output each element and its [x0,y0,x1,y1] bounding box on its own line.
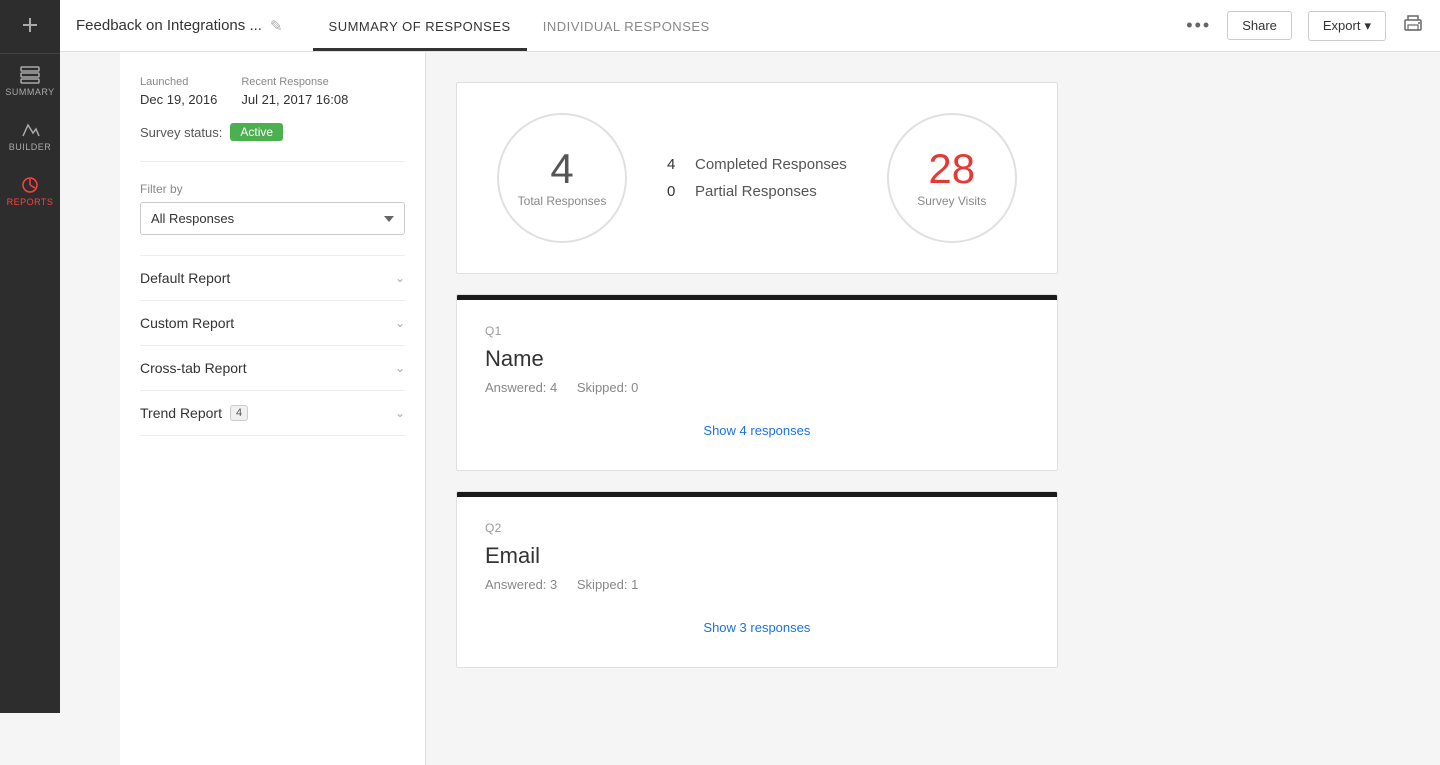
recent-label: Recent Response [241,76,328,88]
report-default-chevron: ⌄ [395,271,405,285]
tab-individual[interactable]: INDIVIDUAL RESPONSES [527,19,726,51]
question-meta-q1: Answered: 4 Skipped: 0 [485,380,1029,395]
sidebar-item-summary[interactable]: SUMMARY [0,54,60,109]
sidebar-item-label: BUILDER [9,142,52,152]
recent-value: Jul 21, 2017 16:08 [241,92,348,107]
report-item-custom[interactable]: Custom Report ⌄ [140,301,405,346]
question-card-body-q2: Q2 Email Answered: 3 Skipped: 1 Show 3 r… [457,497,1057,667]
export-button[interactable]: Export ▾ [1308,11,1386,41]
visits-number: 28 [928,148,975,190]
total-responses-circle: 4 Total Responses [497,113,627,243]
sidebar-add-button[interactable] [0,0,60,54]
question-card-q1: Q1 Name Answered: 4 Skipped: 0 Show 4 re… [456,294,1058,471]
partial-label: Partial Responses [695,183,817,200]
main-content: 4 Total Responses 4 Completed Responses … [426,52,1088,765]
question-title-q2: Email [485,543,1029,569]
edit-title-icon[interactable]: ✎ [270,17,283,35]
report-crosstab-label: Cross-tab Report [140,360,247,376]
question-label-q1: Q1 [485,324,1029,338]
print-button[interactable] [1402,13,1424,38]
total-responses-label: Total Responses [518,194,607,208]
sidebar: SUMMARY BUILDER REPORTS [0,0,60,713]
export-label: Export [1323,18,1361,33]
tab-summary[interactable]: SUMMARY OF RESPONSES [313,19,527,51]
status-row: Survey status: Active [140,123,405,162]
completed-label: Completed Responses [695,156,847,173]
answered-q1: Answered: 4 [485,380,557,395]
filter-select[interactable]: All Responses Completed Only Partial Onl… [140,202,405,235]
report-crosstab-chevron: ⌄ [395,361,405,375]
filter-label: Filter by [140,182,405,196]
topbar-tabs: SUMMARY OF RESPONSES INDIVIDUAL RESPONSE… [313,0,726,51]
question-card-body-q1: Q1 Name Answered: 4 Skipped: 0 Show 4 re… [457,300,1057,470]
sidebar-item-label: REPORTS [7,197,54,207]
status-label: Survey status: [140,125,222,140]
sidebar-item-builder[interactable]: BUILDER [0,109,60,164]
left-panel: Launched Dec 19, 2016 Recent Response Ju… [120,52,426,765]
show-responses-q2[interactable]: Show 3 responses [485,612,1029,643]
topbar-actions: ••• Share Export ▾ [1186,11,1424,41]
export-chevron-icon: ▾ [1364,18,1371,34]
report-trend-badge: 4 [230,405,248,421]
survey-visits-circle: 28 Survey Visits [887,113,1017,243]
report-trend-label: Trend Report [140,405,222,421]
visits-label: Survey Visits [917,194,986,208]
completed-stat: 4 Completed Responses [667,156,847,173]
report-list: Default Report ⌄ Custom Report ⌄ Cross-t… [140,255,405,436]
question-label-q2: Q2 [485,521,1029,535]
report-custom-label: Custom Report [140,315,234,331]
topbar-title-group: Feedback on Integrations ... ✎ [76,17,283,35]
report-default-label: Default Report [140,270,230,286]
launched-label: Launched [140,76,188,88]
completed-count: 4 [667,156,687,173]
status-badge: Active [230,123,283,141]
meta-row: Launched Dec 19, 2016 Recent Response Ju… [140,72,405,107]
report-custom-chevron: ⌄ [395,316,405,330]
filter-section: Filter by All Responses Completed Only P… [140,182,405,235]
report-item-default[interactable]: Default Report ⌄ [140,256,405,301]
launched-meta: Launched Dec 19, 2016 [140,72,217,107]
partial-stat: 0 Partial Responses [667,183,847,200]
sidebar-item-label: SUMMARY [5,87,54,97]
skipped-q1: Skipped: 0 [577,380,638,395]
share-button[interactable]: Share [1227,11,1292,40]
launched-value: Dec 19, 2016 [140,92,217,107]
more-options-button[interactable]: ••• [1186,15,1211,36]
question-meta-q2: Answered: 3 Skipped: 1 [485,577,1029,592]
question-title-q1: Name [485,346,1029,372]
survey-title: Feedback on Integrations ... [76,17,262,34]
report-trend-chevron: ⌄ [395,406,405,420]
topbar: Feedback on Integrations ... ✎ SUMMARY O… [60,0,1440,52]
question-card-q2: Q2 Email Answered: 3 Skipped: 1 Show 3 r… [456,491,1058,668]
report-item-trend[interactable]: Trend Report 4 ⌄ [140,391,405,436]
total-responses-number: 4 [550,148,573,190]
answered-q2: Answered: 3 [485,577,557,592]
skipped-q2: Skipped: 1 [577,577,638,592]
partial-count: 0 [667,183,687,200]
stats-card: 4 Total Responses 4 Completed Responses … [456,82,1058,274]
report-item-crosstab[interactable]: Cross-tab Report ⌄ [140,346,405,391]
sidebar-item-reports[interactable]: REPORTS [0,164,60,219]
show-responses-q1[interactable]: Show 4 responses [485,415,1029,446]
responses-stats: 4 Completed Responses 0 Partial Response… [667,156,847,200]
recent-response-meta: Recent Response Jul 21, 2017 16:08 [241,72,348,107]
